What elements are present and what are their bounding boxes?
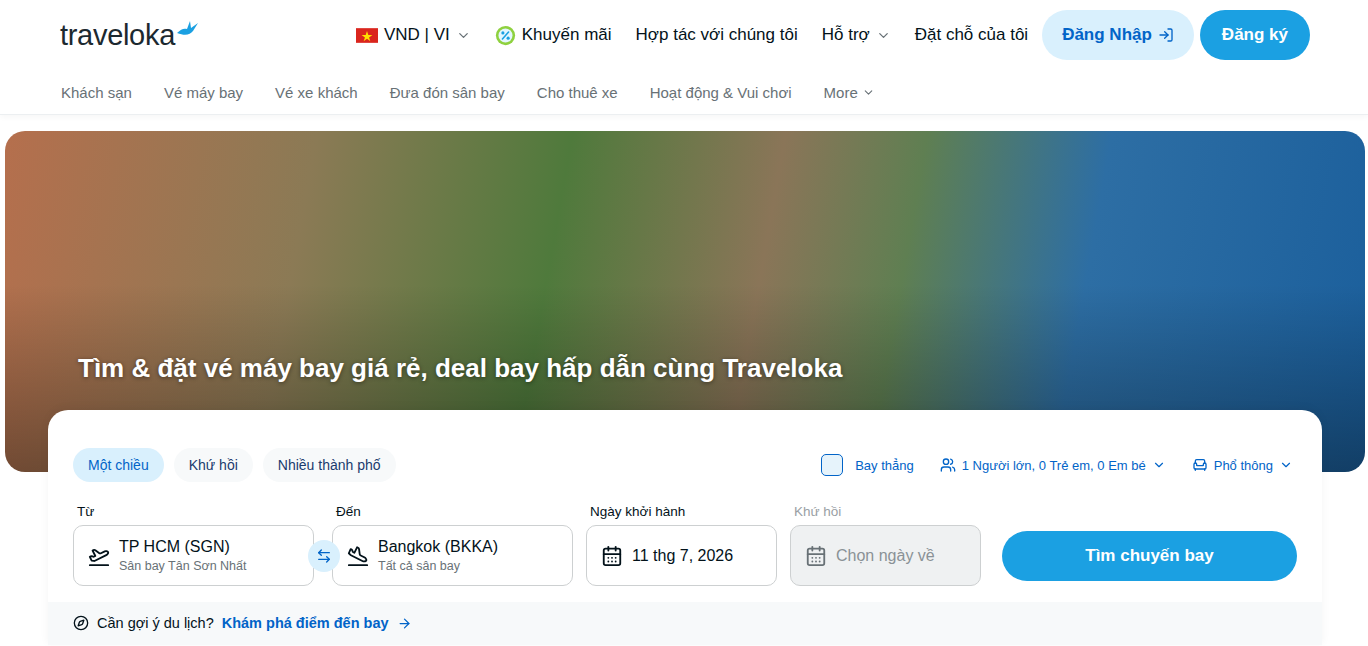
field-value: 11 thg 7, 2026 [632, 547, 733, 565]
top-bar: traveloka VND | VI Khuyến mãi Hợp tác với c… [0, 0, 1368, 70]
field-group: Đến Bangkok (BKKA) Tất cả sân bay [332, 504, 573, 586]
chevron-down-icon [456, 28, 471, 43]
traveloka-bird-icon [175, 19, 199, 41]
category-link[interactable]: Vé xe khách [275, 84, 358, 101]
chevron-down-icon [1152, 458, 1166, 472]
field-value: Chọn ngày về [836, 547, 935, 565]
nav-link[interactable]: Khuyến mãi [495, 25, 612, 46]
logo[interactable]: traveloka [60, 19, 199, 52]
category-link[interactable]: More [824, 84, 875, 101]
explore-link[interactable]: Khám phá điểm đến bay [222, 615, 412, 631]
field-input[interactable]: Bangkok (BKKA) Tất cả sân bay [332, 525, 573, 586]
chevron-down-icon [1279, 458, 1293, 472]
nav-link[interactable]: Hợp tác với chúng tôi [636, 25, 798, 45]
trip-type-tab[interactable]: Một chiều [73, 448, 164, 482]
suggest-prompt: Cần gợi ý du lịch? [97, 615, 214, 631]
nav-link[interactable]: Đặt chỗ của tôi [915, 25, 1028, 45]
passengers-icon [940, 457, 956, 473]
field-text: 11 thg 7, 2026 [632, 547, 733, 565]
chevron-down-icon [862, 86, 875, 99]
register-button[interactable]: Đăng ký [1200, 10, 1310, 60]
fields-row: Từ TP HCM (SGN) Sân bay Tân Sơn Nhất Đến Ban… [73, 504, 1297, 586]
field-input[interactable]: Chọn ngày về [790, 525, 981, 586]
swap-arrows-icon [316, 548, 332, 564]
field-subtext: Tất cả sân bay [378, 559, 498, 573]
flight-options: Bay thẳng 1 Người lớn, 0 Trẻ em, 0 Em bé P… [821, 454, 1297, 476]
trip-type-tab[interactable]: Nhiều thành phố [263, 448, 396, 482]
field-value: Bangkok (BKKA) [378, 538, 498, 556]
nav-link[interactable]: Hỗ trợ [822, 25, 891, 45]
field-subtext: Sân bay Tân Sơn Nhất [119, 559, 247, 573]
logo-text[interactable]: traveloka [60, 19, 175, 52]
checkbox[interactable] [821, 454, 843, 476]
field-text: Chọn ngày về [836, 547, 935, 565]
main-nav: VND | VI Khuyến mãi Hợp tác với chúng tôi H… [356, 10, 1310, 60]
category-link[interactable]: Khách sạn [61, 84, 132, 101]
search-card: Một chiều Khứ hồi Nhiều thành phố Bay thẳng… [48, 410, 1322, 645]
swap-button[interactable] [308, 540, 340, 572]
trip-type-tabs: Một chiều Khứ hồi Nhiều thành phố [73, 448, 396, 482]
field-input[interactable]: TP HCM (SGN) Sân bay Tân Sơn Nhất [73, 525, 314, 586]
category-link[interactable]: Cho thuê xe [537, 84, 618, 101]
header: traveloka VND | VI Khuyến mãi Hợp tác với c… [0, 0, 1368, 115]
vietnam-flag-icon [356, 28, 378, 43]
calendar-icon [601, 545, 623, 567]
suggest-strip: Cần gợi ý du lịch? Khám phá điểm đến bay [48, 602, 1322, 645]
category-link[interactable]: Vé máy bay [164, 84, 243, 101]
field-label: Từ [73, 504, 314, 519]
category-link[interactable]: Hoạt động & Vui chơi [650, 84, 792, 101]
plane-landing-icon [347, 545, 369, 567]
field-text: TP HCM (SGN) Sân bay Tân Sơn Nhất [119, 538, 247, 573]
field-value: TP HCM (SGN) [119, 538, 247, 556]
direct-flight-checkbox[interactable]: Bay thẳng [821, 454, 914, 476]
hero-headline: Tìm & đặt vé máy bay giá rẻ, deal bay hấ… [78, 353, 842, 384]
field-label: Đến [332, 504, 573, 519]
options-row: Một chiều Khứ hồi Nhiều thành phố Bay thẳng… [73, 448, 1297, 482]
compass-icon [73, 615, 89, 631]
cabin-selector[interactable]: Phổ thông [1192, 457, 1293, 473]
search-button[interactable]: Tìm chuyến bay [1002, 531, 1297, 581]
category-link[interactable]: Đưa đón sân bay [390, 84, 505, 101]
page: traveloka VND | VI Khuyến mãi Hợp tác với c… [0, 0, 1368, 646]
trip-type-tab[interactable]: Khứ hồi [174, 448, 253, 482]
login-button[interactable]: Đăng Nhập [1042, 10, 1194, 60]
promo-percent-icon [495, 25, 516, 46]
field-group: Ngày khởi hành 11 thg 7, 2026 [586, 504, 777, 586]
search-form: Một chiều Khứ hồi Nhiều thành phố Bay thẳng… [48, 410, 1322, 602]
chevron-down-icon [876, 28, 891, 43]
login-icon [1158, 27, 1174, 43]
field-group: Khứ hồi Chọn ngày về [790, 504, 981, 586]
passenger-selector[interactable]: 1 Người lớn, 0 Trẻ em, 0 Em bé [940, 457, 1166, 473]
category-bar: Khách sạn Vé máy bay Vé xe khách Đưa đón sâ… [0, 70, 1368, 114]
arrow-right-icon [397, 616, 412, 631]
field-label: Ngày khởi hành [586, 504, 777, 519]
seat-icon [1192, 457, 1208, 473]
nav-link[interactable]: VND | VI [356, 25, 471, 45]
field-group: Từ TP HCM (SGN) Sân bay Tân Sơn Nhất [73, 504, 314, 586]
field-input[interactable]: 11 thg 7, 2026 [586, 525, 777, 586]
plane-takeoff-icon [88, 545, 110, 567]
field-text: Bangkok (BKKA) Tất cả sân bay [378, 538, 498, 573]
calendar-icon [805, 545, 827, 567]
field-label: Khứ hồi [790, 504, 981, 519]
